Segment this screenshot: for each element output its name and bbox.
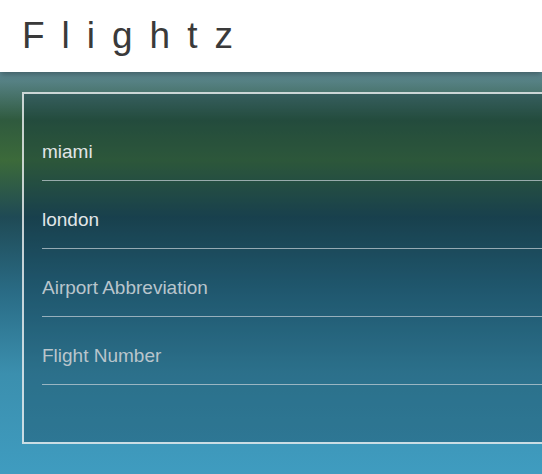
- destination-input[interactable]: [42, 196, 542, 234]
- background-photo: [0, 72, 542, 474]
- origin-input[interactable]: [42, 128, 542, 166]
- form-field: [42, 113, 542, 181]
- header: Flightz: [0, 0, 542, 72]
- airport-input[interactable]: [42, 264, 542, 302]
- form-field: [42, 249, 542, 317]
- flight-search-form: [22, 92, 542, 444]
- form-field: [42, 181, 542, 249]
- app: Flightz: [0, 0, 542, 474]
- app-title: Flightz: [22, 14, 250, 58]
- flight-number-input[interactable]: [42, 332, 542, 370]
- form-field: [42, 317, 542, 385]
